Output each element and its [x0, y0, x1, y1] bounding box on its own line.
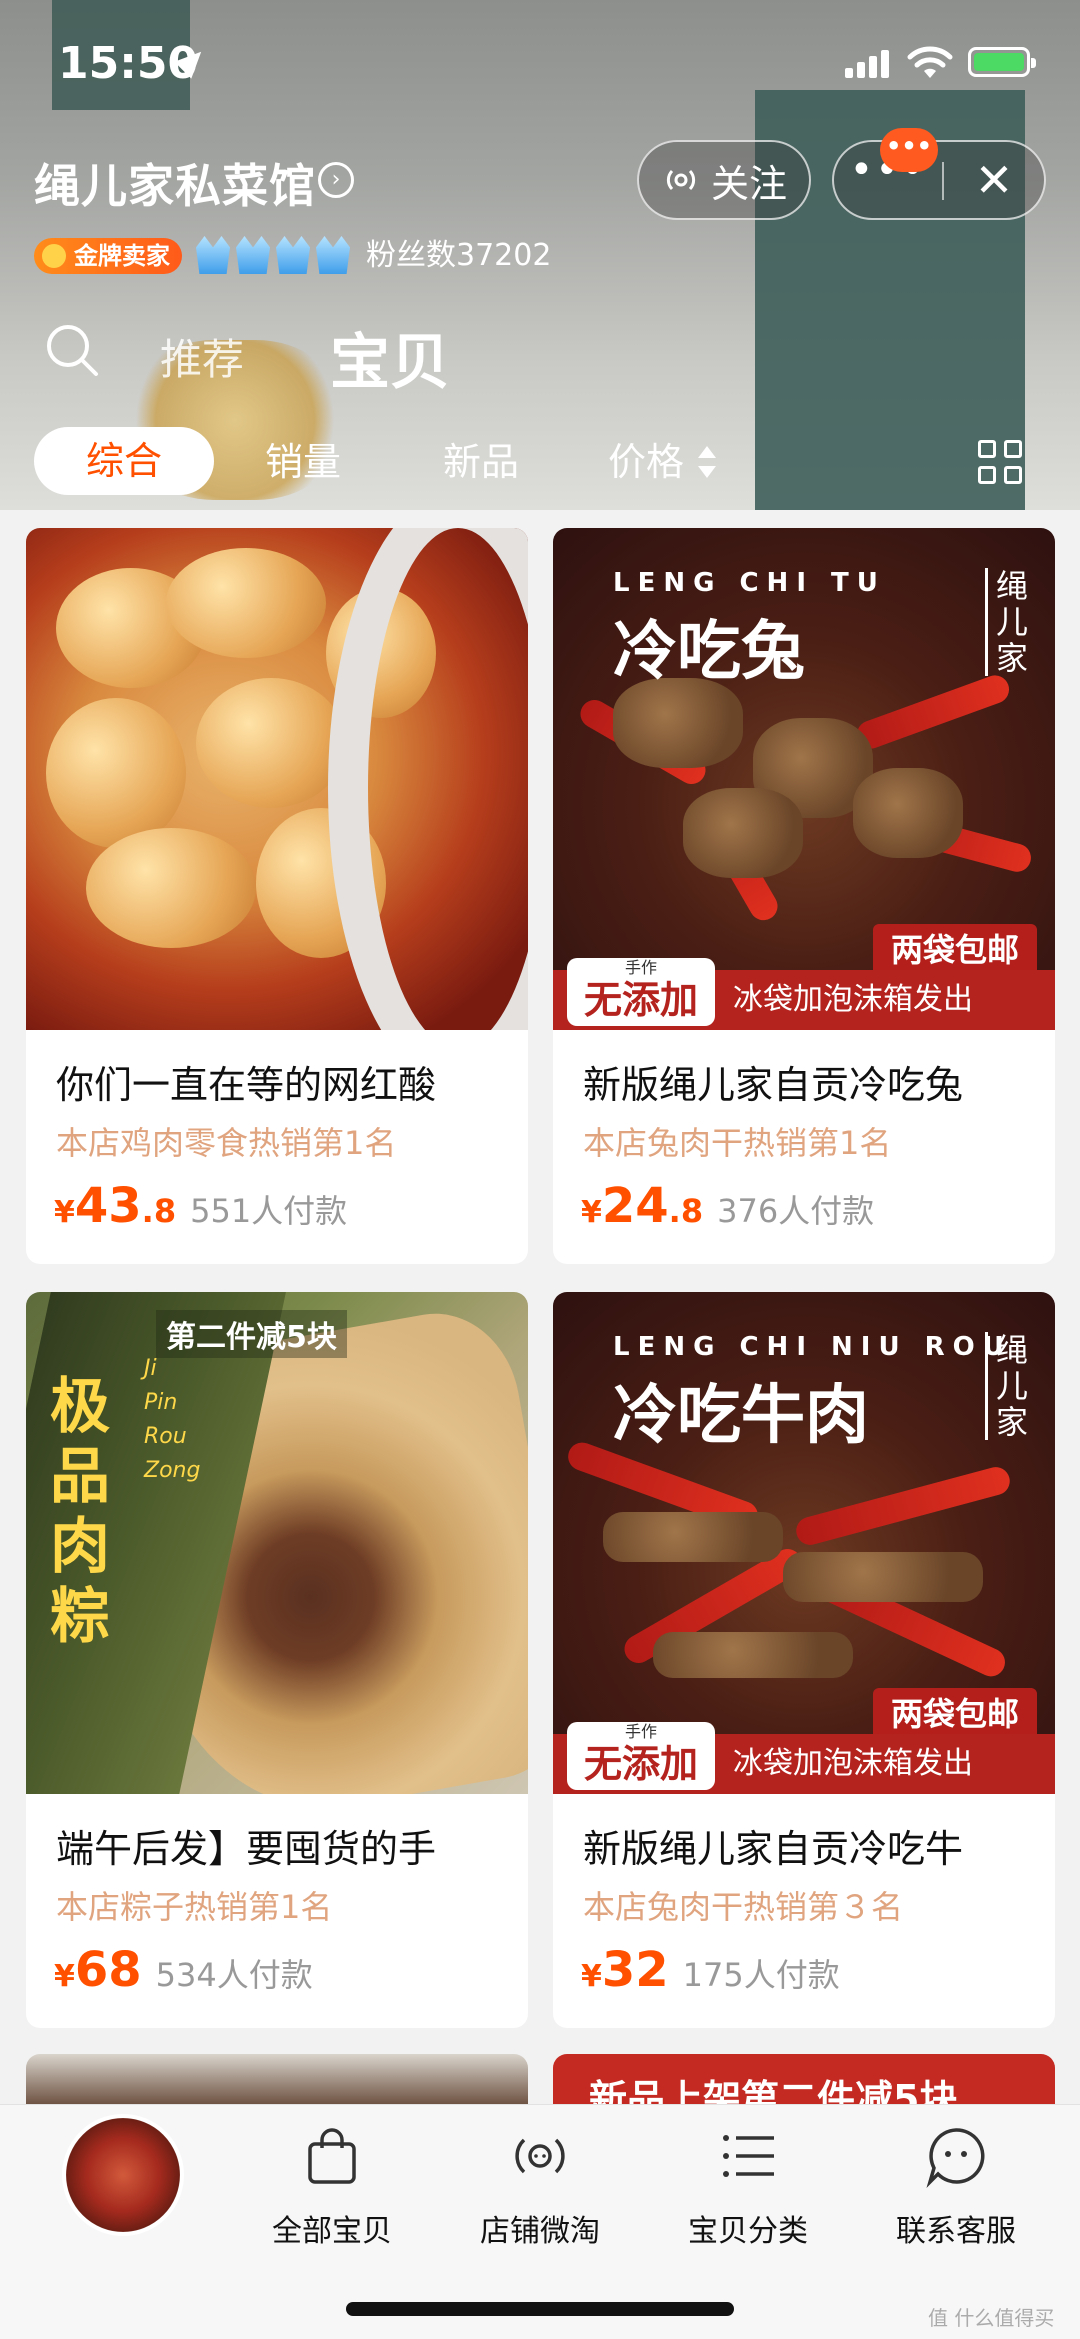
image-pinyin: LENG CHI NIU ROU	[613, 1332, 1012, 1362]
product-card[interactable]: LENG CHI TU 冷吃兔 绳儿家 两袋包邮 手作 无添加 冰袋加泡沫箱发出…	[553, 528, 1055, 1264]
price-row: ¥ 68 534人付款	[54, 1942, 313, 1998]
currency-symbol: ¥	[581, 1959, 602, 1994]
product-title: 端午后发】要囤货的手	[56, 1827, 437, 1871]
list-icon	[723, 2135, 774, 2177]
nav-categories[interactable]: 宝贝分类	[663, 2124, 833, 2250]
image-vertical-text: 极品肉粽	[50, 1372, 110, 1652]
filter-overall[interactable]: 综合	[34, 427, 214, 495]
crown-rating	[196, 236, 350, 274]
sold-count: 551人付款	[190, 1192, 348, 1230]
sold-count: 534人付款	[155, 1956, 313, 1994]
sold-count: 376人付款	[717, 1192, 875, 1230]
image-pinyin: Ji Pin Rou Zong	[144, 1356, 200, 1483]
fans-count: 粉丝数37202	[366, 238, 552, 273]
image-tag: 两袋包邮	[872, 1688, 1037, 1740]
nav-shop-feed[interactable]: 店铺微淘	[455, 2124, 625, 2250]
badge-text: 无添加	[583, 1742, 698, 1786]
price-decimal: .8	[141, 1192, 177, 1230]
nav-label: 宝贝分类	[688, 2214, 808, 2249]
follow-button[interactable]: 关注	[637, 140, 811, 220]
product-card[interactable]: LENG CHI NIU ROU 冷吃牛肉 绳儿家 两袋包邮 手作 无添加 冰袋…	[553, 1292, 1055, 2028]
follow-label: 关注	[710, 161, 787, 206]
product-title: 新版绳儿家自贡冷吃牛	[583, 1827, 964, 1871]
tab-items[interactable]: 宝贝	[330, 314, 450, 401]
badge-text: 无添加	[583, 978, 698, 1022]
currency-symbol: ¥	[54, 1195, 75, 1230]
nav-customer-service[interactable]: 联系客服	[871, 2124, 1041, 2250]
product-rank: 本店兔肉干热销第1名	[583, 1124, 892, 1162]
shop-avatar[interactable]	[62, 2114, 184, 2236]
chat-bubble-icon	[926, 2128, 985, 2189]
image-banner: 第二件减5块	[156, 1310, 347, 1358]
no-additive-badge: 手作 无添加	[567, 1722, 715, 1790]
crown-icon	[236, 236, 270, 274]
product-rank: 本店鸡肉零食热销第1名	[56, 1124, 397, 1162]
crown-icon	[196, 236, 230, 274]
signal-icon	[845, 50, 891, 78]
home-indicator[interactable]	[346, 2302, 734, 2316]
image-brand: 绳儿家	[985, 1332, 1033, 1440]
wifi-icon	[907, 46, 953, 78]
chevron-right-icon[interactable]: ›	[318, 162, 354, 198]
shop-name[interactable]: 绳儿家私菜馆	[34, 150, 316, 216]
nav-label: 全部宝贝	[272, 2214, 392, 2249]
price: 24	[601, 1178, 669, 1234]
gold-seller-badge: 金牌卖家	[34, 238, 182, 274]
tab-recommend[interactable]: 推荐	[160, 326, 244, 387]
price: 32	[601, 1942, 669, 1998]
image-shipping-text: 冰袋加泡沫箱发出	[733, 1746, 973, 1781]
crown-icon	[276, 236, 310, 274]
crown-icon	[316, 236, 350, 274]
sold-count: 175人付款	[682, 1956, 840, 1994]
battery-icon	[968, 47, 1036, 77]
broadcast-icon	[515, 2138, 565, 2174]
image-headline: 冷吃兔	[613, 614, 805, 689]
currency-symbol: ¥	[581, 1195, 602, 1230]
currency-symbol: ¥	[54, 1959, 75, 1994]
image-pinyin: LENG CHI TU	[613, 568, 886, 598]
filter-price[interactable]: 价格	[608, 437, 684, 487]
image-headline: 冷吃牛肉	[613, 1378, 869, 1453]
close-button[interactable]: ✕	[944, 142, 1044, 218]
badge-small-text: 手作	[624, 958, 657, 977]
price-row: ¥ 24 .8 376人付款	[581, 1178, 874, 1234]
sort-arrows-icon[interactable]	[698, 446, 716, 478]
nav-all-items[interactable]: 全部宝贝	[247, 2124, 417, 2250]
price: 43	[74, 1178, 142, 1234]
image-brand: 绳儿家	[985, 568, 1033, 676]
product-image	[26, 528, 528, 1030]
watermark: 值 什么值得买	[928, 2306, 1055, 2330]
search-icon[interactable]	[44, 322, 100, 378]
product-image: 第二件减5块 极品肉粽 Ji Pin Rou Zong	[26, 1292, 528, 1794]
image-shipping-text: 冰袋加泡沫箱发出	[733, 982, 973, 1017]
price-row: ¥ 43 .8 551人付款	[54, 1178, 347, 1234]
broadcast-icon	[666, 169, 696, 191]
product-image: LENG CHI NIU ROU 冷吃牛肉 绳儿家 两袋包邮 手作 无添加 冰袋…	[553, 1292, 1055, 1794]
price-decimal: .8	[668, 1192, 704, 1230]
bag-icon	[308, 2128, 356, 2184]
product-rank: 本店兔肉干热销第３名	[583, 1888, 904, 1926]
nav-label: 联系客服	[896, 2214, 1016, 2249]
product-rank: 本店粽子热销第1名	[56, 1888, 333, 1926]
product-title: 你们一直在等的网红酸	[56, 1063, 437, 1107]
nav-label: 店铺微淘	[480, 2214, 600, 2249]
grid-view-icon[interactable]	[978, 440, 1022, 484]
product-image: LENG CHI TU 冷吃兔 绳儿家 两袋包邮 手作 无添加 冰袋加泡沫箱发出	[553, 528, 1055, 1030]
product-title: 新版绳儿家自贡冷吃兔	[583, 1063, 964, 1107]
product-card[interactable]: 你们一直在等的网红酸 本店鸡肉零食热销第1名 ¥ 43 .8 551人付款	[26, 528, 528, 1264]
capsule-menu: ••• ✕	[832, 140, 1046, 220]
notification-badge: •••	[880, 128, 938, 172]
no-additive-badge: 手作 无添加	[567, 958, 715, 1026]
price: 68	[74, 1942, 142, 1998]
price-row: ¥ 32 175人付款	[581, 1942, 840, 1998]
filter-new[interactable]: 新品	[443, 437, 519, 487]
filter-sales[interactable]: 销量	[265, 437, 341, 487]
product-card[interactable]: 第二件减5块 极品肉粽 Ji Pin Rou Zong 端午后发】要囤货的手 本…	[26, 1292, 528, 2028]
image-tag: 两袋包邮	[872, 924, 1037, 976]
badge-small-text: 手作	[624, 1722, 657, 1741]
